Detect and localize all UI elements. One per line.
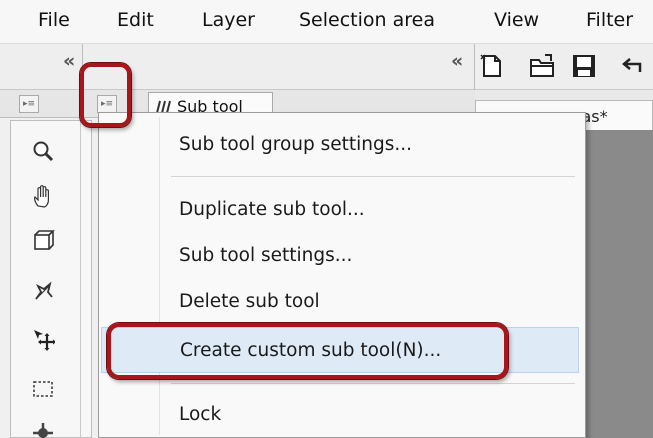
menu-item-duplicate-sub-tool[interactable]: Duplicate sub tool... xyxy=(101,187,579,233)
menu-filter[interactable]: Filter xyxy=(586,9,633,31)
menu-item-lock[interactable]: Lock xyxy=(101,392,579,438)
hand-icon[interactable] xyxy=(31,185,55,209)
menu-layer[interactable]: Layer xyxy=(202,9,255,31)
menu-separator xyxy=(171,383,575,384)
menu-item-sub-tool-settings[interactable]: Sub tool settings... xyxy=(101,233,579,279)
menu-selection-area[interactable]: Selection area xyxy=(299,9,435,31)
highlight-ring-menu-button xyxy=(80,63,131,127)
tool-palette xyxy=(10,120,92,438)
gear-tool-icon[interactable] xyxy=(31,421,55,438)
panel-menu-icon[interactable]: ▸≡ xyxy=(19,95,39,113)
rotate-view-icon[interactable] xyxy=(31,229,55,253)
menu-item-label: Lock xyxy=(179,404,222,425)
context-menu: Sub tool group settings... Duplicate sub… xyxy=(98,112,586,438)
new-file-icon[interactable] xyxy=(478,52,506,80)
zoom-icon[interactable] xyxy=(31,139,55,163)
menu-view[interactable]: View xyxy=(494,9,539,31)
panel-divider xyxy=(474,44,475,90)
menu-item-label: Delete sub tool xyxy=(179,291,320,312)
highlight-ring-create-custom xyxy=(107,323,508,379)
open-folder-icon[interactable] xyxy=(528,52,556,80)
save-icon[interactable] xyxy=(570,52,598,80)
menu-item-delete-sub-tool[interactable]: Delete sub tool xyxy=(101,279,579,325)
menu-bar: File Edit Layer Selection area View Filt… xyxy=(0,0,653,44)
operation-icon[interactable] xyxy=(31,279,55,303)
move-layer-icon[interactable] xyxy=(31,327,55,351)
collapse-panel-icon[interactable]: « xyxy=(451,52,463,71)
menu-item-label: Sub tool group settings... xyxy=(179,134,413,155)
menu-separator xyxy=(171,176,575,177)
menu-item-label: Duplicate sub tool... xyxy=(179,199,365,220)
menu-file[interactable]: File xyxy=(38,9,70,31)
undo-icon[interactable] xyxy=(620,52,648,80)
selection-icon[interactable] xyxy=(31,377,55,401)
menu-item-label: Sub tool settings... xyxy=(179,245,353,266)
menu-edit[interactable]: Edit xyxy=(117,9,154,31)
collapse-left-icon[interactable]: « xyxy=(63,52,75,71)
menu-item-sub-tool-group-settings[interactable]: Sub tool group settings... xyxy=(101,122,579,168)
